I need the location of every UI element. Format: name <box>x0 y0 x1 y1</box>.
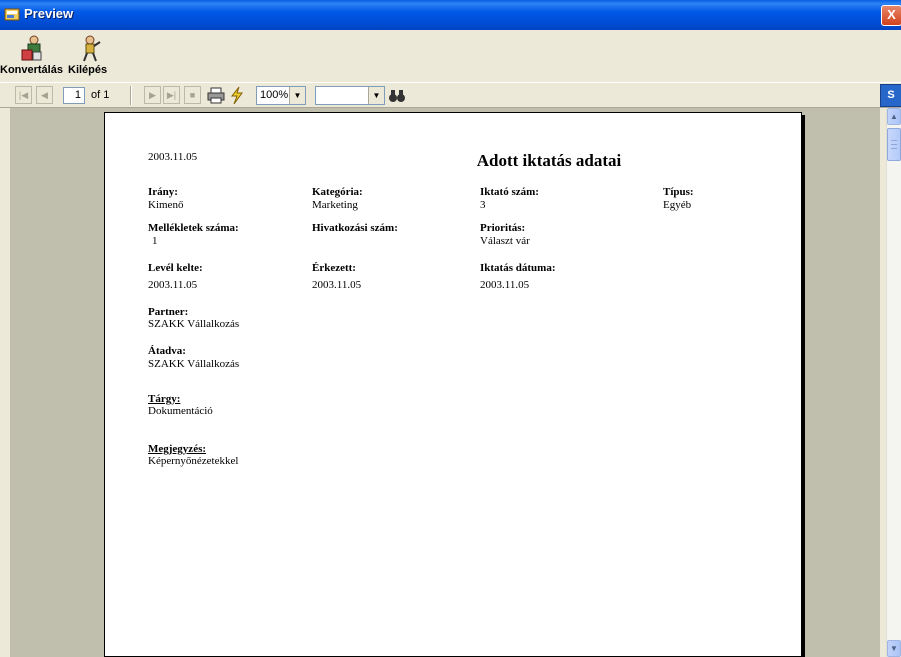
page-number-input[interactable]: 1 <box>63 87 85 104</box>
zoom-value: 100% <box>260 89 289 101</box>
convert-label: Konvertálás <box>0 64 63 76</box>
iktatas-datuma-value: 2003.11.05 <box>480 279 530 291</box>
exit-button[interactable]: Kilépés <box>68 32 112 78</box>
navigation-toolbar: |◀ ◀ 1 of 1 ▶ ▶| ■ 100% ▼ ▼ S <box>0 82 901 108</box>
exit-icon <box>83 35 101 62</box>
search-combo[interactable]: ▼ <box>315 86 385 105</box>
prioritas-label: Prioritás: <box>480 222 526 234</box>
tipus-value: Egyéb <box>663 199 692 211</box>
targy-label: Tárgy: <box>148 393 181 405</box>
convert-icon <box>21 35 42 61</box>
atadva-value: SZAKK Vállalkozás <box>148 358 240 370</box>
megjegyzes-value: Képernyőnézetekkel <box>148 455 239 467</box>
convert-button[interactable]: Konvertálás <box>0 32 64 78</box>
vertical-scrollbar[interactable]: ▲ ▼ <box>886 108 901 657</box>
toolbar-separator <box>130 86 132 105</box>
export-icon[interactable] <box>228 86 246 105</box>
level-kelte-value: 2003.11.05 <box>148 279 198 291</box>
iktatas-datuma-label: Iktatás dátuma: <box>480 262 556 274</box>
erkezett-label: Érkezett: <box>312 262 356 274</box>
kategoria-label: Kategória: <box>312 186 363 198</box>
title-bar: Preview X <box>0 0 901 30</box>
iktato-szam-label: Iktató szám: <box>480 186 539 198</box>
report-title: Adott iktatás adatai <box>476 151 622 170</box>
close-button[interactable]: X <box>881 5 901 26</box>
window-title: Preview <box>24 6 74 21</box>
tipus-label: Típus: <box>663 186 694 198</box>
previous-page-button[interactable]: ◀ <box>36 86 53 104</box>
last-page-button[interactable]: ▶| <box>163 86 180 104</box>
targy-value: Dokumentáció <box>148 405 213 417</box>
zoom-select[interactable]: 100% ▼ <box>256 86 306 105</box>
exit-label: Kilépés <box>68 64 108 76</box>
erkezett-value: 2003.11.05 <box>312 279 362 291</box>
mellekletek-label: Mellékletek száma: <box>148 222 239 234</box>
main-toolbar: Konvertálás Kilépés <box>0 30 901 83</box>
left-margin-strip <box>0 108 10 657</box>
stop-button[interactable]: ■ <box>184 86 201 104</box>
level-kelte-label: Levél kelte: <box>148 262 203 274</box>
print-icon[interactable] <box>207 86 225 105</box>
partner-value: SZAKK Vállalkozás <box>148 318 240 330</box>
atadva-label: Átadva: <box>148 345 186 357</box>
preview-app-icon <box>4 8 20 21</box>
next-page-button[interactable]: ▶ <box>144 86 161 104</box>
partner-label: Partner: <box>148 306 189 318</box>
animated-logo-icon: S <box>880 84 901 107</box>
scroll-up-icon[interactable]: ▲ <box>887 108 901 125</box>
mellekletek-value: 1 <box>152 235 158 247</box>
search-dropdown-icon[interactable]: ▼ <box>368 87 384 104</box>
irany-label: Irány: <box>148 186 178 198</box>
scroll-down-icon[interactable]: ▼ <box>887 640 901 657</box>
report-page <box>104 112 802 657</box>
iktato-szam-value: 3 <box>480 199 486 211</box>
kategoria-value: Marketing <box>312 199 358 211</box>
first-page-button[interactable]: |◀ <box>15 86 32 104</box>
zoom-dropdown-icon[interactable]: ▼ <box>289 87 305 104</box>
prioritas-value: Választ vár <box>480 235 530 247</box>
irany-value: Kimenő <box>148 199 184 211</box>
binoculars-icon[interactable] <box>388 86 406 105</box>
hivatkozasi-label: Hivatkozási szám: <box>312 222 398 234</box>
megjegyzes-label: Megjegyzés: <box>148 443 207 455</box>
page-count-label: of 1 <box>91 89 110 101</box>
